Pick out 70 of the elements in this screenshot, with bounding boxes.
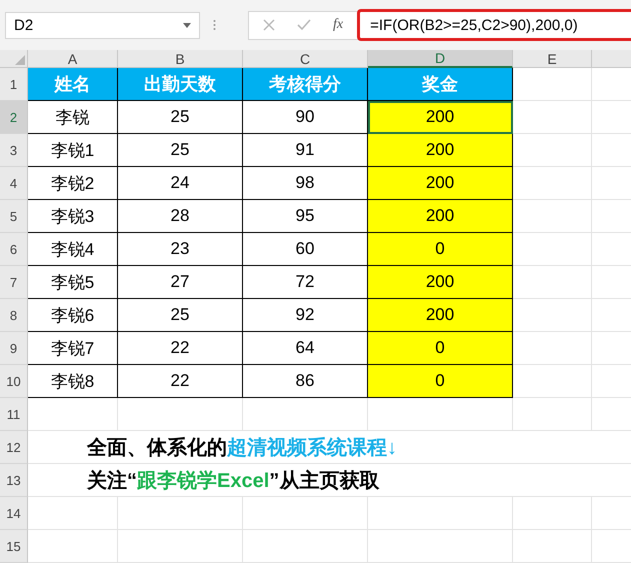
table-cell: 李锐7 (28, 332, 118, 365)
row-header[interactable]: 2 (0, 101, 28, 134)
column-header[interactable]: C (243, 50, 368, 68)
cancel-icon[interactable] (263, 19, 275, 31)
table-cell: 22 (118, 365, 243, 398)
table-cell: 0 (368, 365, 513, 398)
table-cell: 98 (243, 167, 368, 200)
table-cell: 李锐8 (28, 365, 118, 398)
table-cell: 200 (368, 134, 513, 167)
name-box[interactable]: D2 (5, 12, 200, 38)
table-cell: 200 (368, 167, 513, 200)
table-cell: 92 (243, 299, 368, 332)
table-cell: 25 (118, 299, 243, 332)
table-cell: 李锐1 (28, 134, 118, 167)
table-cell: 86 (243, 365, 368, 398)
table-cell: 200 (368, 299, 513, 332)
table-cell: 李锐5 (28, 266, 118, 299)
table-cell: 25 (118, 101, 243, 134)
table-cell: 0 (368, 332, 513, 365)
row-header[interactable]: 6 (0, 233, 28, 266)
row-header[interactable]: 13 (0, 464, 28, 497)
table-header-cell: 考核得分 (243, 68, 368, 101)
select-all-icon[interactable] (15, 55, 25, 65)
table-cell: 李锐6 (28, 299, 118, 332)
row-header[interactable]: 1 (0, 68, 28, 101)
row-header[interactable]: 7 (0, 266, 28, 299)
row-header[interactable]: 4 (0, 167, 28, 200)
table-cell: 25 (118, 134, 243, 167)
table-cell: 28 (118, 200, 243, 233)
promo-text: 关注“跟李锐学Excel”从主页获取 (87, 468, 380, 494)
row-header[interactable]: 8 (0, 299, 28, 332)
table-cell: 90 (243, 101, 368, 134)
row-header[interactable]: 10 (0, 365, 28, 398)
table-cell: 200 (368, 101, 513, 134)
table-cell: 李锐 (28, 101, 118, 134)
table-cell: 91 (243, 134, 368, 167)
table-cell: 李锐3 (28, 200, 118, 233)
table-header-cell: 出勤天数 (118, 68, 243, 101)
insert-function-button[interactable]: fx (333, 17, 344, 33)
table-cell: 0 (368, 233, 513, 266)
table-header-cell: 姓名 (28, 68, 118, 101)
row-header[interactable]: 9 (0, 332, 28, 365)
column-header[interactable]: A (28, 50, 118, 68)
table-header-cell: 奖金 (368, 68, 513, 101)
table-cell: 李锐4 (28, 233, 118, 266)
table-cell: 27 (118, 266, 243, 299)
table-cell: 95 (243, 200, 368, 233)
table-cell: 200 (368, 266, 513, 299)
row-header[interactable]: 15 (0, 530, 28, 563)
promo-text: 全面、体系化的超清视频系统课程↓ (87, 436, 397, 460)
table-cell: 200 (368, 200, 513, 233)
table-cell: 23 (118, 233, 243, 266)
row-header[interactable]: 12 (0, 431, 28, 464)
table-cell: 李锐2 (28, 167, 118, 200)
row-header[interactable]: 11 (0, 398, 28, 431)
table-cell: 22 (118, 332, 243, 365)
formula-field[interactable]: =IF(OR(B2>=25,C2>90),200,0) (357, 9, 631, 41)
grip-icon (213, 19, 216, 31)
row-header[interactable]: 14 (0, 497, 28, 530)
table-cell: 72 (243, 266, 368, 299)
column-header[interactable]: D (368, 50, 513, 68)
table-cell: 64 (243, 332, 368, 365)
table-cell: 24 (118, 167, 243, 200)
table-cell: 60 (243, 233, 368, 266)
column-header[interactable]: B (118, 50, 243, 68)
row-header[interactable]: 5 (0, 200, 28, 233)
column-header[interactable]: E (513, 50, 592, 68)
dropdown-icon (183, 22, 191, 28)
check-icon[interactable] (297, 19, 311, 31)
row-header[interactable]: 3 (0, 134, 28, 167)
